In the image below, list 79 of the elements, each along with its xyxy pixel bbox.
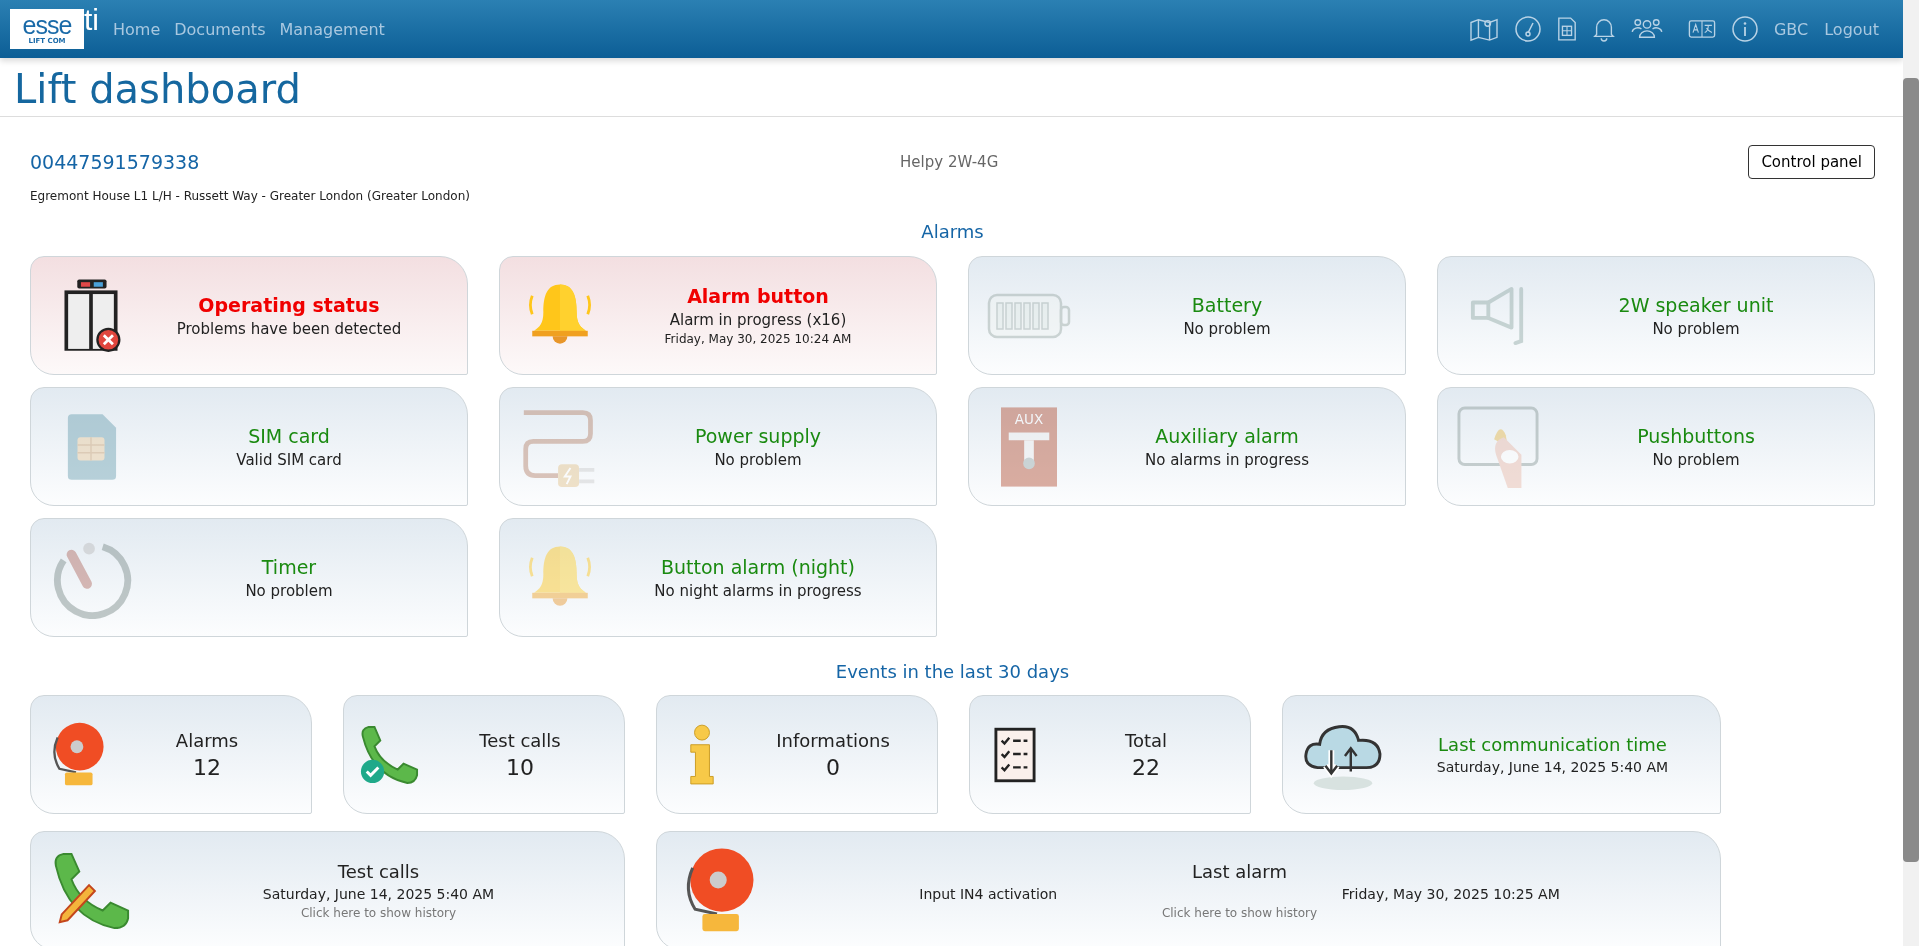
bell-icon[interactable]: [1591, 16, 1616, 42]
alarm-status-text: No problem: [244, 581, 334, 600]
alarm-card[interactable]: AUX Auxiliary alarm No alarms in progress: [968, 387, 1406, 506]
event-title: Last communication time: [1437, 734, 1668, 755]
logo-accent-text: ti: [84, 5, 99, 35]
page-title: Lift dashboard: [14, 65, 302, 114]
alarm-status-text: No problem: [1651, 319, 1741, 338]
aux-label: AUX: [1014, 410, 1044, 427]
address-text: Egremont House L1 L/H - Russett Way - Greater London (Greater London): [30, 189, 471, 203]
alarm-status-text: No problem: [1182, 319, 1272, 338]
event-card[interactable]: Test calls Saturday, June 14, 2025 5:40 AM Click here to show history: [30, 831, 625, 946]
translate-icon[interactable]: [1687, 20, 1716, 38]
gauge-icon[interactable]: [1513, 15, 1542, 43]
history-link[interactable]: Click here to show history: [1161, 905, 1318, 920]
event-count: 22: [1131, 754, 1161, 780]
device-model: Helpy 2W-4G: [900, 153, 999, 171]
event-label: Test calls: [478, 729, 562, 751]
section-heading: Events in the last 30 days: [834, 661, 1071, 682]
event-title: Last alarm: [1191, 860, 1288, 882]
alarm-status-text: No night alarms in progress: [653, 581, 863, 600]
event-title: Test calls: [336, 860, 421, 882]
event-label: Informations: [775, 729, 891, 751]
event-card[interactable]: Total 22: [969, 695, 1251, 814]
checklist-icon: [994, 726, 1036, 783]
alarm-card[interactable]: SIM card Valid SIM card: [30, 387, 468, 506]
section-heading: Alarms: [920, 221, 985, 242]
event-count: 10: [505, 754, 535, 780]
scrollbar-thumb[interactable]: [1903, 78, 1919, 862]
alarm-title: 2W speaker unit: [1617, 293, 1775, 316]
battery-icon: [987, 292, 1071, 339]
alarm-title: Auxiliary alarm: [1154, 424, 1300, 447]
event-card[interactable]: Last communication time Saturday, June 14, 2025 5:40 AM: [1282, 695, 1721, 814]
alarm-title: Pushbuttons: [1636, 424, 1756, 447]
event-label: Alarms: [174, 729, 240, 751]
alarm-status-text: Alarm in progress (x16): [668, 311, 848, 329]
alarm-status-text: Valid SIM card: [235, 450, 343, 469]
alarm-title: Alarm button: [686, 285, 830, 307]
sim-card-icon[interactable]: [1556, 16, 1577, 42]
alarm-title: Operating status: [197, 293, 381, 316]
alarm-title: Power supply: [693, 424, 823, 447]
event-card[interactable]: Alarms 12: [30, 695, 312, 814]
alarm-card[interactable]: 2W speaker unit No problem: [1437, 256, 1875, 375]
alarm-card[interactable]: Power supply No problem: [499, 387, 937, 506]
alarm-card[interactable]: Button alarm (night) No night alarms in progress: [499, 518, 937, 637]
event-card[interactable]: Informations 0: [656, 695, 938, 814]
map-icon[interactable]: [1468, 16, 1499, 42]
alarm-title: Battery: [1190, 293, 1264, 316]
phone-number-link[interactable]: 00447591579338: [30, 151, 450, 173]
alarm-card[interactable]: Operating status Problems have been detected: [30, 256, 468, 375]
event-card[interactable]: Test calls 10: [343, 695, 625, 814]
event-time: Saturday, June 14, 2025 5:40 AM: [261, 885, 496, 902]
info-icon: [688, 722, 716, 787]
alarm-card[interactable]: Alarm button Alarm in progress (x16) Friday, May 30, 2025 10:24 AM: [499, 256, 937, 375]
event-card[interactable]: Last alarm Input IN4 activation Friday, May 30, 2025 10:25 AM Click here to show history: [656, 831, 1721, 946]
alarm-status-text: No problem: [713, 450, 803, 469]
finger-button-icon: [1457, 405, 1539, 488]
history-link[interactable]: Click here to show history: [300, 905, 457, 920]
alarm-status-text: No problem: [1651, 450, 1741, 469]
scrollbar[interactable]: [1903, 0, 1919, 946]
alarm-status-text: Problems have been detected: [175, 319, 403, 338]
control-panel-button[interactable]: Control panel: [1748, 145, 1875, 179]
alarm-card[interactable]: Pushbuttons No problem: [1437, 387, 1875, 506]
event-detail: Input IN4 activation: [919, 885, 1058, 902]
event-time: Saturday, June 14, 2025 5:40 AM: [1435, 759, 1670, 775]
alarm-title: Timer: [260, 555, 318, 578]
alarm-title: Button alarm (night): [660, 555, 856, 578]
event-time: Friday, May 30, 2025 10:25 AM: [1341, 885, 1560, 902]
alarm-time: Friday, May 30, 2025 10:24 AM: [663, 332, 853, 346]
phone-check-icon: [359, 724, 419, 785]
alarm-card[interactable]: Timer No problem: [30, 518, 468, 637]
alarm-title: SIM card: [247, 424, 331, 447]
alarm-card[interactable]: Battery No problem: [968, 256, 1406, 375]
event-count: 0: [825, 754, 841, 780]
event-label: Total: [1123, 729, 1168, 751]
info-icon[interactable]: [1730, 15, 1759, 43]
alarm-status-text: No alarms in progress: [1144, 450, 1310, 469]
logo-text: esse: [22, 13, 72, 37]
people-icon[interactable]: [1630, 17, 1663, 41]
event-count: 12: [192, 754, 222, 780]
